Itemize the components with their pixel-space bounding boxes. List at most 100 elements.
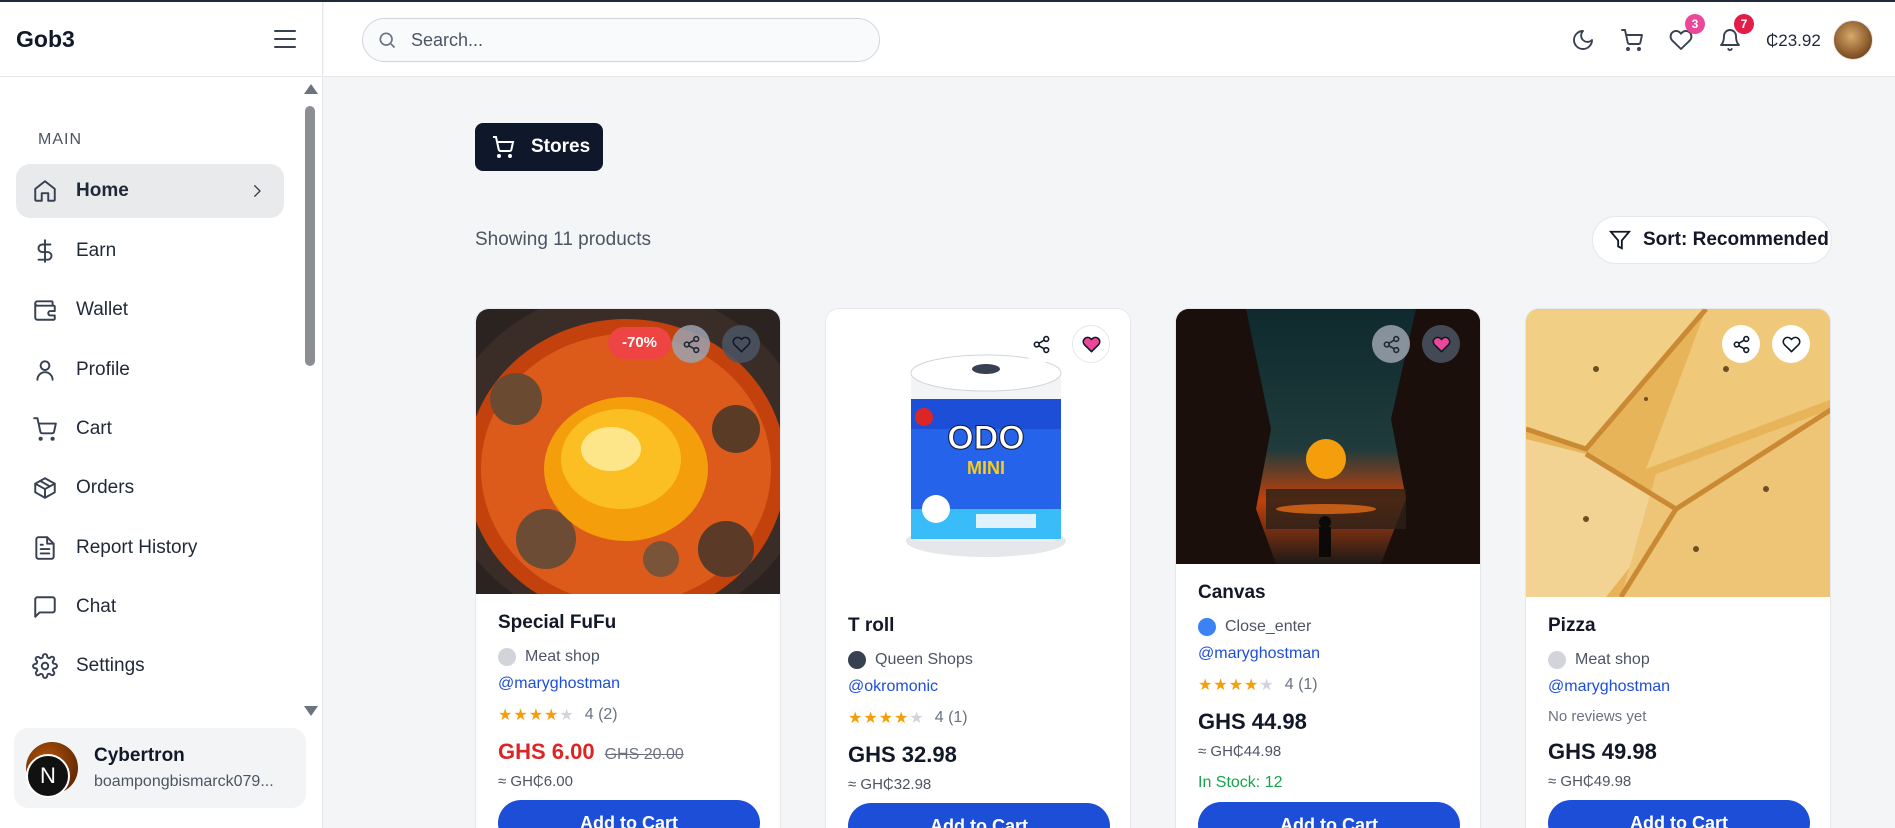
stock-status: In Stock: 12	[1198, 774, 1283, 791]
sidebar-item-earn[interactable]: Earn	[16, 224, 284, 278]
sidebar-nav: MAIN Home Earn Wallet Profile Cart Order…	[0, 78, 323, 718]
user-initial-badge: N	[26, 754, 70, 798]
filter-icon	[1609, 230, 1631, 250]
seller-handle-link[interactable]: @okromonic	[848, 678, 1108, 696]
moon-icon	[1573, 30, 1593, 50]
sidebar-item-wallet[interactable]: Wallet	[16, 283, 284, 337]
shop-row[interactable]: Queen Shops	[848, 651, 1108, 669]
sidebar-item-profile[interactable]: Profile	[16, 343, 284, 397]
product-name[interactable]: Canvas	[1198, 582, 1458, 604]
sidebar-item-home[interactable]: Home	[16, 164, 284, 218]
share-button[interactable]	[1722, 325, 1760, 363]
favorite-button-active[interactable]	[1072, 325, 1110, 363]
product-count-text: Showing 11 products	[475, 229, 652, 250]
seller-handle-link[interactable]: @maryghostman	[498, 675, 758, 693]
sidebar-item-cart[interactable]: Cart	[16, 402, 284, 456]
user-icon	[36, 360, 54, 381]
product-price: GHS 32.98	[848, 742, 957, 767]
scroll-up-arrow-icon[interactable]	[304, 84, 318, 94]
product-name[interactable]: Special FuFu	[498, 612, 758, 634]
original-price: GHS 20.00	[604, 746, 684, 763]
product-name[interactable]: Pizza	[1548, 615, 1808, 637]
rating-text: 4 (1)	[934, 709, 968, 726]
shop-name: Meat shop	[525, 648, 600, 665]
shop-row[interactable]: Meat shop	[1548, 651, 1808, 669]
sidebar-scrollbar[interactable]	[303, 84, 318, 716]
approx-price: ≈ GH₵44.98	[1198, 743, 1282, 760]
sidebar-item-label: Cart	[76, 418, 112, 439]
sidebar-item-label: Report History	[76, 537, 198, 558]
scroll-down-arrow-icon[interactable]	[304, 706, 318, 716]
search-input[interactable]	[411, 29, 851, 51]
product-card-t-roll[interactable]: ODO MINI T roll Queen Shops @okromonic ★…	[825, 308, 1131, 828]
hamburger-menu-icon[interactable]	[274, 30, 296, 48]
header-cart-button[interactable]	[1620, 28, 1644, 52]
sidebar-item-label: Settings	[76, 655, 145, 676]
user-name: Cybertron	[94, 745, 185, 766]
notifications-button[interactable]: 7	[1718, 14, 1754, 52]
section-label-main: MAIN	[38, 131, 82, 148]
heart-filled-icon	[1081, 336, 1101, 352]
price-row: GHS 49.98	[1548, 739, 1808, 765]
shop-name: Meat shop	[1575, 651, 1650, 668]
product-card-pizza[interactable]: Pizza Meat shop @maryghostman No reviews…	[1525, 308, 1831, 828]
product-rating: ★★★★★ 4 (1)	[848, 708, 1108, 728]
share-button[interactable]	[672, 325, 710, 363]
product-image[interactable]: -70%	[476, 309, 780, 594]
wishlist-button[interactable]: 3	[1669, 14, 1705, 52]
shop-logo-icon	[1198, 618, 1216, 636]
user-card[interactable]: N Cybertron boampongbismarck079...	[14, 728, 306, 808]
wallet-balance[interactable]: ₵23.92	[1766, 31, 1821, 51]
wishlist-count-badge: 3	[1685, 14, 1705, 34]
search-bar[interactable]	[362, 18, 880, 62]
share-icon	[1383, 335, 1399, 353]
favorite-button[interactable]	[722, 325, 760, 363]
share-button[interactable]	[1022, 325, 1060, 363]
add-to-cart-button[interactable]: Add to Cart	[498, 800, 760, 828]
box-icon	[34, 477, 56, 499]
sidebar-item-label: Earn	[76, 240, 117, 261]
add-to-cart-button[interactable]: Add to Cart	[848, 803, 1110, 828]
sidebar-item-label: Profile	[76, 359, 130, 380]
scrollbar-thumb[interactable]	[305, 106, 315, 366]
product-image[interactable]	[1526, 309, 1830, 597]
approx-price: ≈ GH₵6.00	[498, 773, 573, 790]
sort-button[interactable]: Sort: Recommended	[1592, 216, 1832, 264]
heart-icon	[1781, 336, 1801, 352]
product-price: GHS 6.00	[498, 739, 595, 764]
sidebar-item-chat[interactable]: Chat	[16, 580, 284, 634]
seller-handle-link[interactable]: @maryghostman	[1548, 678, 1808, 696]
roll-brand-bottom: MINI	[967, 458, 1005, 478]
add-to-cart-button[interactable]: Add to Cart	[1548, 800, 1810, 828]
shop-logo-icon	[848, 651, 866, 669]
share-icon	[1033, 335, 1049, 353]
sidebar-item-report-history[interactable]: Report History	[16, 521, 284, 575]
stores-button[interactable]: Stores	[475, 123, 603, 171]
rating-text: 4 (1)	[1284, 676, 1318, 693]
dark-mode-toggle[interactable]	[1571, 28, 1595, 52]
sidebar-item-orders[interactable]: Orders	[16, 461, 284, 515]
product-card-canvas[interactable]: Canvas Close_enter @maryghostman ★★★★★ 4…	[1175, 308, 1481, 828]
favorite-button-active[interactable]	[1422, 325, 1460, 363]
product-price: GHS 49.98	[1548, 739, 1657, 764]
seller-handle-link[interactable]: @maryghostman	[1198, 645, 1458, 663]
price-row: GHS 32.98	[848, 742, 1108, 768]
brand-logo[interactable]: Gob3	[16, 26, 75, 53]
product-name[interactable]: T roll	[848, 615, 1108, 637]
shop-row[interactable]: Meat shop	[498, 648, 758, 666]
header-avatar[interactable]	[1833, 20, 1873, 60]
heart-icon	[731, 336, 751, 352]
product-price: GHS 44.98	[1198, 709, 1307, 734]
share-button[interactable]	[1372, 325, 1410, 363]
heart-filled-icon	[1431, 336, 1451, 352]
search-icon	[379, 32, 396, 49]
sidebar-item-label: Home	[76, 180, 129, 201]
sidebar-item-settings[interactable]: Settings	[16, 639, 284, 693]
product-image[interactable]: ODO MINI	[826, 309, 1130, 597]
product-card-special-fufu[interactable]: -70% Special FuFu Meat shop @maryghostma…	[475, 308, 781, 828]
favorite-button[interactable]	[1772, 325, 1810, 363]
shop-row[interactable]: Close_enter	[1198, 618, 1458, 636]
sort-button-label: Sort: Recommended	[1643, 229, 1829, 250]
product-image[interactable]	[1176, 309, 1480, 564]
add-to-cart-button[interactable]: Add to Cart	[1198, 802, 1460, 828]
